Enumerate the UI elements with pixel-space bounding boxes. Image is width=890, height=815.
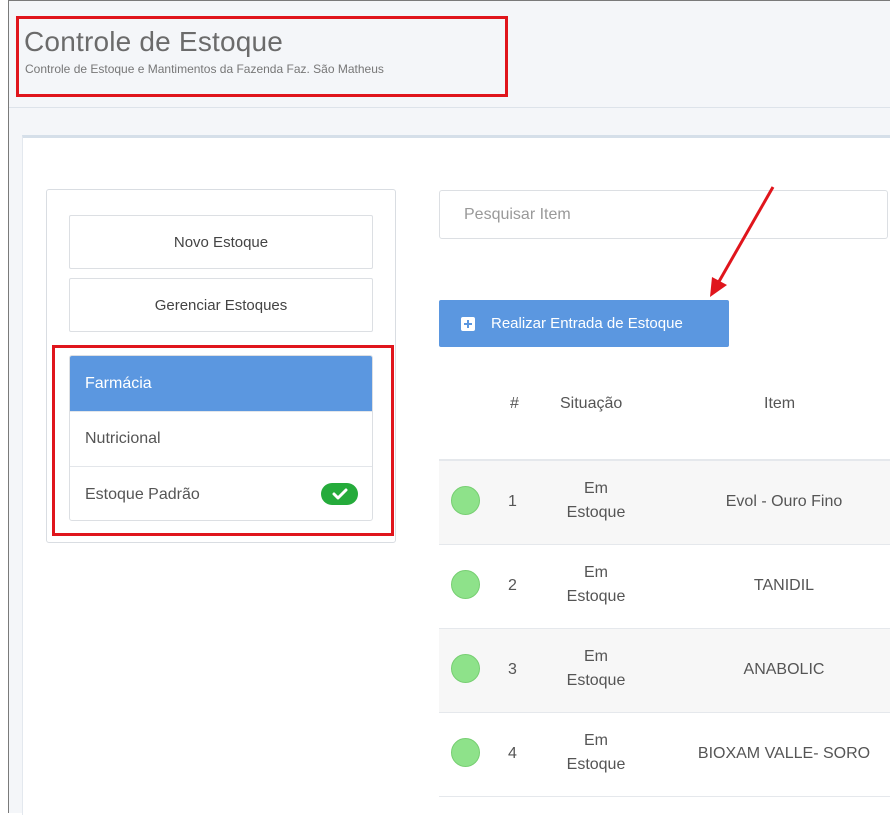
row-number: 3 <box>508 661 517 678</box>
header-annotation-box <box>16 16 508 97</box>
table-row[interactable]: 3 Em Estoque ANABOLIC <box>439 629 890 713</box>
row-situacao-line: Em <box>584 732 608 749</box>
row-number: 2 <box>508 577 517 594</box>
row-situacao: Em Estoque <box>556 729 636 777</box>
row-item: TANIDIL <box>753 577 815 594</box>
status-dot-icon <box>451 738 480 767</box>
column-header-item: Item <box>764 395 796 412</box>
table-header: # Situação Item <box>439 395 890 415</box>
stock-item-estoque-padrao[interactable]: Estoque Padrão <box>70 467 372 520</box>
check-icon <box>321 483 358 505</box>
table-row[interactable]: 2 Em Estoque TANIDIL <box>439 545 890 629</box>
manage-stocks-button[interactable]: Gerenciar Estoques <box>69 278 373 332</box>
column-header-number: # <box>510 395 519 412</box>
row-situacao-line: Estoque <box>566 756 626 773</box>
row-number: 1 <box>508 493 517 510</box>
status-dot-icon <box>451 654 480 683</box>
row-item: ANABOLIC <box>743 661 825 678</box>
stock-item-label: Estoque Padrão <box>85 485 200 503</box>
search-input[interactable] <box>439 190 888 239</box>
row-situacao-line: Estoque <box>566 504 626 521</box>
row-situacao: Em Estoque <box>556 561 636 609</box>
row-situacao: Em Estoque <box>556 645 636 693</box>
new-stock-button[interactable]: Novo Estoque <box>69 215 373 269</box>
table-row[interactable]: 1 Em Estoque Evol - Ouro Fino <box>439 461 890 545</box>
row-situacao-line: Em <box>584 480 608 497</box>
stock-item-nutricional[interactable]: Nutricional <box>70 412 372 467</box>
row-situacao-line: Em <box>584 648 608 665</box>
row-number: 4 <box>508 745 517 762</box>
row-situacao-line: Estoque <box>566 588 626 605</box>
stock-item-label: Farmácia <box>85 374 152 392</box>
row-situacao-line: Estoque <box>566 672 626 689</box>
status-dot-icon <box>451 486 480 515</box>
status-dot-icon <box>451 570 480 599</box>
row-situacao-line: Em <box>584 564 608 581</box>
row-item: Evol - Ouro Fino <box>725 493 843 510</box>
stock-item-label: Nutricional <box>85 430 161 447</box>
table-row[interactable]: 4 Em Estoque BIOXAM VALLE- SORO <box>439 713 890 797</box>
plus-square-icon <box>461 316 475 331</box>
stock-entry-label: Realizar Entrada de Estoque <box>491 315 683 332</box>
stock-entry-button[interactable]: Realizar Entrada de Estoque <box>439 300 729 347</box>
header-divider <box>9 107 890 108</box>
stock-list: Farmácia Nutricional Estoque Padrão <box>69 355 373 521</box>
row-situacao: Em Estoque <box>556 477 636 525</box>
row-item: BIOXAM VALLE- SORO <box>697 745 871 762</box>
column-header-situacao: Situação <box>560 395 623 412</box>
stock-item-farmacia[interactable]: Farmácia <box>70 356 372 412</box>
